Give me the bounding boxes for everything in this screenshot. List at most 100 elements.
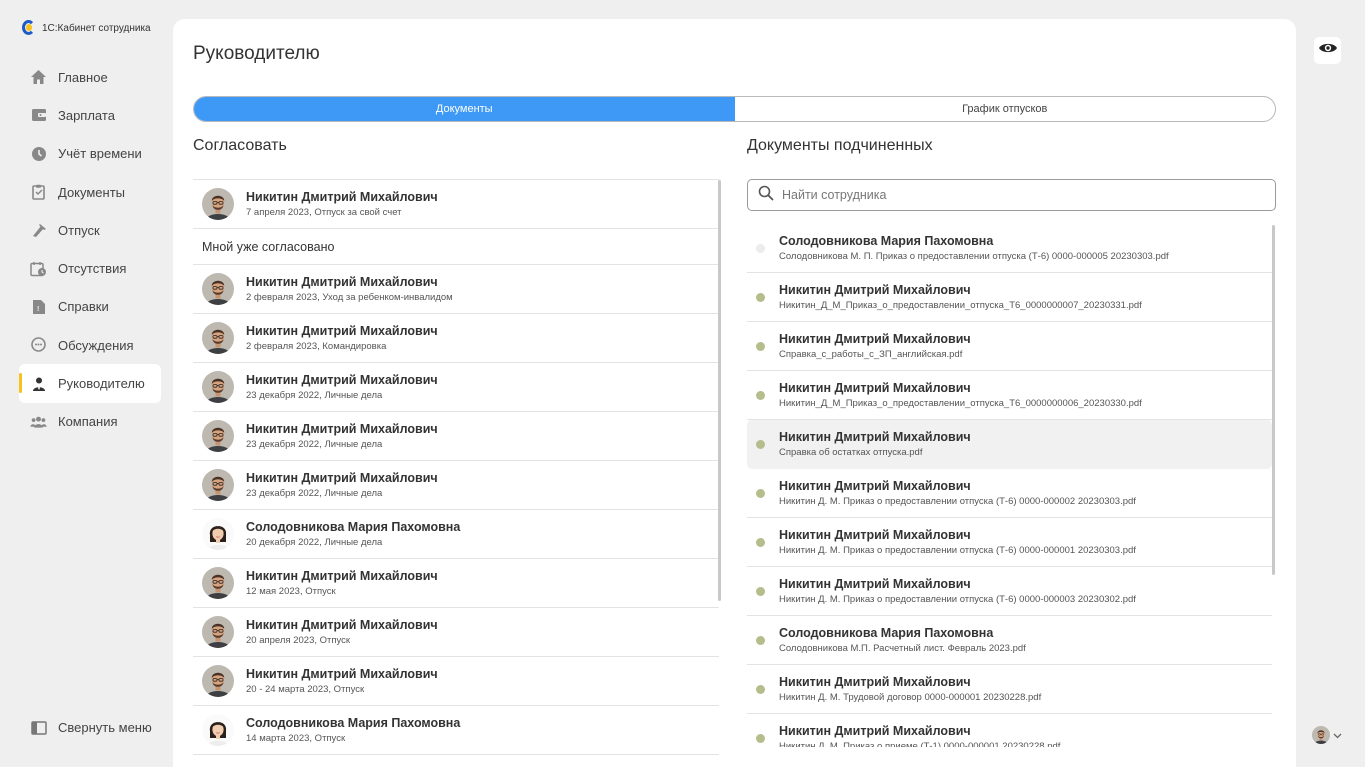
document-row[interactable]: Солодовникова Мария Пахомовна Солодовнико… (747, 616, 1272, 665)
approval-row-text: Никитин Дмитрий Михайлович 2 февраля 2023… (246, 275, 453, 303)
document-row[interactable]: Никитин Дмитрий Михайлович Никитин Д. М. … (747, 567, 1272, 616)
1c-logo-icon (22, 20, 36, 36)
approval-row-text: Никитин Дмитрий Михайлович 20 - 24 марта … (246, 667, 438, 695)
avatar (202, 371, 234, 403)
sidebar-item-certificate[interactable]: ! Справки (19, 288, 161, 326)
tab-vacation-schedule[interactable]: График отпусков (735, 97, 1276, 121)
employee-name: Никитин Дмитрий Михайлович (246, 569, 438, 583)
document-row[interactable]: Никитин Дмитрий Михайлович Никитин Д. М. … (747, 714, 1272, 747)
document-file-name: Солодовникова М. П. Приказ о предоставле… (779, 251, 1169, 262)
approved-group-label: Мной уже согласовано (202, 239, 335, 254)
document-file-name: Справка об остатках отпуска.pdf (779, 447, 923, 458)
document-row[interactable]: Солодовникова Мария Пахомовна Солодовнико… (747, 224, 1272, 273)
avatar (202, 518, 234, 550)
document-file-name: Никитин Д. М. Приказ о предоставлении от… (779, 496, 1136, 507)
sidebar-item-label: Компания (58, 414, 118, 430)
approval-row-text: Никитин Дмитрий Михайлович 23 декабря 202… (246, 471, 438, 499)
request-details: 2 февраля 2023, Командировка (246, 341, 387, 352)
document-row[interactable]: Никитин Дмитрий Михайлович Справка об ост… (747, 420, 1272, 469)
approval-row[interactable]: Никитин Дмитрий Михайлович 12 мая 2023, О… (193, 559, 719, 608)
approval-row[interactable]: Никитин Дмитрий Михайлович 20 апреля 2023… (193, 608, 719, 657)
approval-row[interactable]: Никитин Дмитрий Михайлович 7 апреля 2023,… (193, 180, 719, 229)
page-title: Руководителю (193, 43, 320, 64)
sidebar-item-vacation[interactable]: Отпуск (19, 211, 161, 249)
document-row-text: Никитин Дмитрий Михайлович Никитин_Д_М_Пр… (779, 283, 1142, 311)
search-icon (758, 185, 774, 206)
approval-row[interactable]: Никитин Дмитрий Михайлович 23 декабря 202… (193, 412, 719, 461)
brand[interactable]: 1С:Кабинет сотрудника (22, 20, 151, 36)
document-row-text: Солодовникова Мария Пахомовна Солодовнико… (779, 234, 1169, 262)
search-input[interactable] (782, 188, 1252, 202)
sidebar-item-documents[interactable]: Документы (19, 173, 161, 211)
employee-search (747, 179, 1276, 211)
approval-row[interactable]: Никитин Дмитрий Михайлович 2 февраля 2023… (193, 314, 719, 363)
employee-name: Никитин Дмитрий Михайлович (779, 283, 971, 297)
chat-icon (30, 337, 47, 354)
brand-name: 1С:Кабинет сотрудника (42, 22, 151, 34)
status-dot-icon (756, 733, 765, 743)
document-file-name: Справка_с_работы_с_ЗП_английская.pdf (779, 349, 963, 360)
collapse-sidebar-icon (30, 719, 47, 736)
collapse-menu-button[interactable]: Свернуть меню (30, 719, 152, 736)
request-details: 23 декабря 2022, Личные дела (246, 439, 383, 450)
employee-name: Никитин Дмитрий Михайлович (779, 381, 971, 395)
sidebar-item-chat[interactable]: Обсуждения (19, 326, 161, 364)
manager-icon (30, 375, 47, 392)
tab-bar: Документы График отпусков (193, 96, 1276, 122)
employee-name: Солодовникова Мария Пахомовна (779, 626, 994, 640)
document-file-name: Солодовникова М.П. Расчетный лист. Февра… (779, 643, 1026, 654)
document-row[interactable]: Никитин Дмитрий Михайлович Никитин Д. М. … (747, 518, 1272, 567)
status-dot-icon (756, 537, 765, 547)
document-row[interactable]: Никитин Дмитрий Михайлович Никитин Д. М. … (747, 469, 1272, 518)
approve-list: Никитин Дмитрий Михайлович 7 апреля 2023,… (193, 179, 719, 767)
documents-list-scrollbar[interactable] (1272, 225, 1275, 575)
approval-row[interactable]: Солодовникова Мария Пахомовна 20 декабря … (193, 510, 719, 559)
document-row-text: Никитин Дмитрий Михайлович Никитин Д. М. … (779, 479, 1136, 507)
status-dot-icon (756, 292, 765, 302)
approve-list-scrollbar[interactable] (718, 180, 721, 601)
sidebar-item-manager[interactable]: Руководителю (19, 364, 161, 403)
document-row[interactable]: Никитин Дмитрий Михайлович Никитин Д. М. … (747, 665, 1272, 714)
employee-name: Никитин Дмитрий Михайлович (246, 190, 438, 204)
sidebar-item-clock[interactable]: Учёт времени (19, 135, 161, 173)
document-row-text: Никитин Дмитрий Михайлович Справка_с_рабо… (779, 332, 971, 360)
sidebar-item-label: Обсуждения (58, 337, 134, 353)
employee-name: Никитин Дмитрий Михайлович (246, 471, 438, 485)
request-details: 12 мая 2023, Отпуск (246, 586, 336, 597)
approval-row[interactable]: Никитин Дмитрий Михайлович 2 февраля 2023… (193, 265, 719, 314)
approval-row[interactable]: Никитин Дмитрий Михайлович 23 декабря 202… (193, 461, 719, 510)
approval-row[interactable]: Солодовникова Мария Пахомовна 14 марта 20… (193, 706, 719, 755)
employee-name: Никитин Дмитрий Михайлович (246, 618, 438, 632)
sidebar-item-wallet[interactable]: Зарплата (19, 96, 161, 134)
request-details: 23 декабря 2022, Личные дела (246, 390, 383, 401)
employee-name: Никитин Дмитрий Михайлович (779, 724, 971, 738)
avatar (1312, 726, 1330, 744)
tab-documents[interactable]: Документы (194, 97, 735, 121)
sidebar-item-calendar-clock[interactable]: Отсутствия (19, 249, 161, 287)
visibility-toggle-button[interactable] (1314, 37, 1341, 64)
employee-name: Никитин Дмитрий Михайлович (779, 430, 971, 444)
sidebar-item-home[interactable]: Главное (19, 58, 161, 96)
sidebar-item-company[interactable]: Компания (19, 403, 161, 441)
subordinate-documents-list: Солодовникова Мария Пахомовна Солодовнико… (747, 224, 1272, 747)
avatar (202, 273, 234, 305)
approval-row[interactable]: Никитин Дмитрий Михайлович 20 - 24 марта … (193, 657, 719, 706)
approval-row[interactable]: Никитин Дмитрий Михайлович 23 декабря 202… (193, 363, 719, 412)
document-row[interactable]: Никитин Дмитрий Михайлович Никитин_Д_М_Пр… (747, 273, 1272, 322)
approval-row-text: Солодовникова Мария Пахомовна 14 марта 20… (246, 716, 460, 744)
document-row-text: Никитин Дмитрий Михайлович Никитин Д. М. … (779, 528, 1136, 556)
home-icon (30, 69, 47, 86)
request-details: 2 февраля 2023, Уход за ребенком-инвалид… (246, 292, 453, 303)
sidebar-item-label: Справки (58, 299, 109, 315)
main-panel: Руководителю Документы График отпусков С… (173, 19, 1296, 767)
document-row[interactable]: Никитин Дмитрий Михайлович Никитин_Д_М_Пр… (747, 371, 1272, 420)
status-dot-icon (756, 684, 765, 694)
status-dot-icon (756, 586, 765, 596)
employee-name: Никитин Дмитрий Михайлович (246, 667, 438, 681)
sidebar-item-label: Отсутствия (58, 261, 127, 277)
employee-name: Никитин Дмитрий Михайлович (779, 332, 971, 346)
user-menu[interactable] (1312, 726, 1342, 744)
document-file-name: Никитин Д. М. Приказ о предоставлении от… (779, 545, 1136, 556)
request-details: 7 апреля 2023, Отпуск за свой счет (246, 207, 402, 218)
document-row[interactable]: Никитин Дмитрий Михайлович Справка_с_рабо… (747, 322, 1272, 371)
